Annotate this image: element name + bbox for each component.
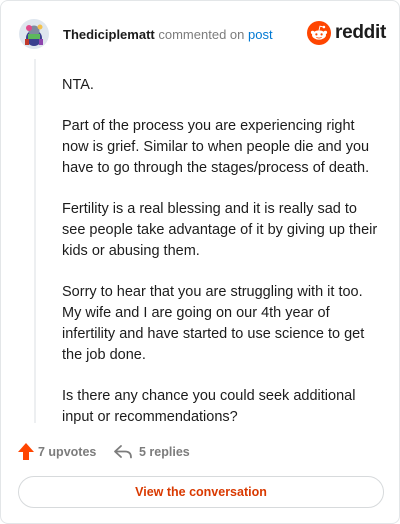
comment-header: Thediciplematt commented on post reddit [19,19,386,51]
replies-button[interactable]: 5 replies [113,441,190,463]
comment-paragraph: NTA. [62,77,94,93]
comment-body: NTA. Part of the process you are experie… [62,75,380,448]
comment-byline: Thediciplematt commented on post [63,27,273,43]
reddit-snoo-icon [307,21,331,45]
comment-card: Thediciplematt commented on post reddit … [0,0,400,524]
reddit-logo[interactable]: reddit [307,21,386,47]
action-text: commented on [158,27,245,42]
comment-paragraph: Fertility is a real blessing and it is r… [62,201,378,259]
reply-arrow-icon [114,445,132,459]
thread-line[interactable] [34,59,36,423]
upvote-arrow-icon [18,443,34,460]
upvote-count: 7 upvotes [38,445,97,459]
reddit-wordmark: reddit [335,22,386,43]
comment-paragraph: Is there any chance you could seek addit… [62,388,356,425]
comment-paragraph: Sorry to hear that you are struggling wi… [62,284,365,363]
upvote-button[interactable]: 7 upvotes [17,441,96,463]
comment-actions: 7 upvotes 5 replies [17,441,377,463]
username-link[interactable]: Thediciplematt [63,27,155,42]
replies-count: 5 replies [139,445,190,459]
user-avatar[interactable] [19,19,49,49]
view-conversation-button[interactable]: View the conversation [18,476,384,508]
comment-paragraph: Part of the process you are experiencing… [62,118,370,176]
post-link[interactable]: post [248,27,273,42]
